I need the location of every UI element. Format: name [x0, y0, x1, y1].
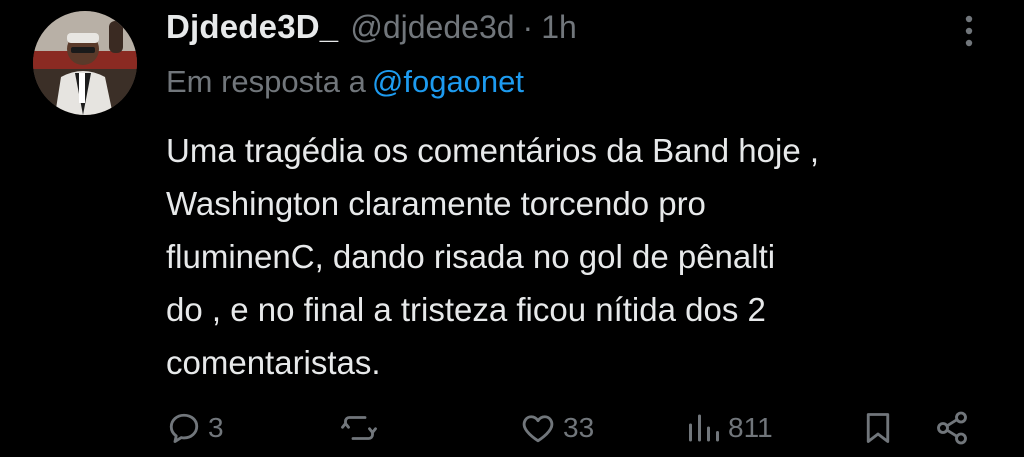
views-button[interactable]: 811	[686, 405, 773, 451]
user-handle[interactable]: @djdede3d	[350, 9, 514, 46]
tweet-text: Uma tragédia os comentários da Band hoje…	[166, 132, 820, 381]
reply-mention-link[interactable]: @fogaonet	[372, 64, 524, 99]
tweet: Djdede3D_ @djdede3d · 1h Em resposta a @f…	[0, 0, 1024, 457]
more-options-button[interactable]	[958, 14, 980, 48]
like-button[interactable]: 33	[519, 405, 594, 451]
separator-dot: ·	[522, 9, 534, 45]
avatar[interactable]	[33, 11, 137, 115]
repost-button[interactable]	[338, 405, 386, 451]
heart-icon	[522, 415, 554, 443]
repost-icon	[341, 416, 377, 440]
share-icon	[937, 411, 967, 445]
bookmark-icon	[866, 413, 890, 443]
timestamp[interactable]: 1h	[541, 9, 577, 46]
more-vertical-icon	[965, 15, 973, 47]
tweet-header: Djdede3D_ @djdede3d · 1h	[166, 8, 577, 52]
action-bar: 3 33 811	[0, 405, 1024, 451]
reply-button[interactable]: 3	[166, 405, 224, 451]
display-name[interactable]: Djdede3D_	[166, 8, 338, 46]
bookmark-button[interactable]	[860, 405, 896, 451]
share-button[interactable]	[934, 405, 970, 451]
views-icon	[689, 414, 719, 442]
like-count: 33	[563, 412, 595, 443]
reply-icon	[169, 413, 199, 443]
avatar-image	[33, 11, 137, 115]
view-count: 811	[728, 412, 773, 443]
reply-context-label: Em resposta a	[166, 64, 366, 99]
reply-count: 3	[208, 412, 224, 443]
reply-context: Em resposta a @fogaonet	[166, 64, 524, 100]
